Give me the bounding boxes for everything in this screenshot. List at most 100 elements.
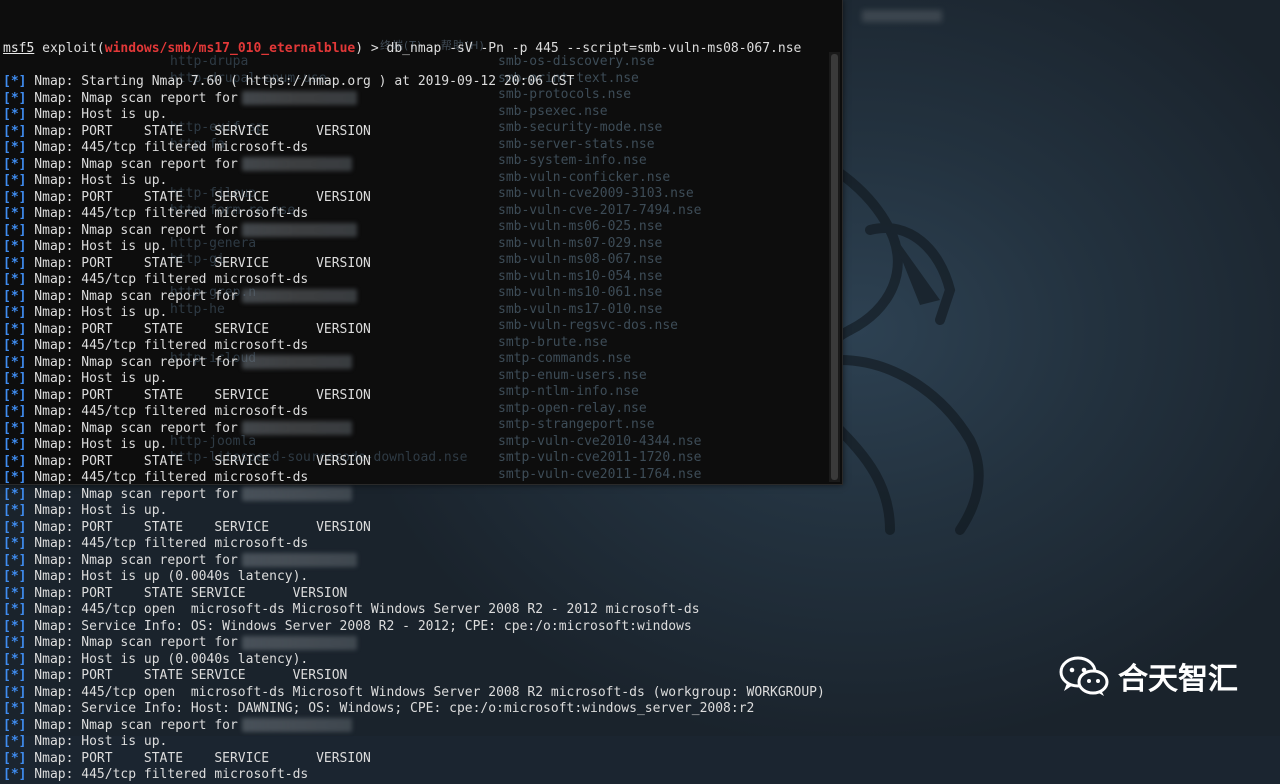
line-text: Nmap: PORT STATE SERVICE VERSION <box>26 585 348 601</box>
status-bracket-open: [ <box>3 437 11 452</box>
status-star: * <box>10 437 19 452</box>
line-text: Nmap: PORT STATE SERVICE VERSION <box>26 123 371 139</box>
status-star: * <box>10 767 19 782</box>
terminal-line: [*] Nmap: PORT STATE SERVICE VERSION <box>3 668 825 685</box>
terminal-line: [*] Nmap: Host is up. <box>3 239 825 256</box>
terminal-line: [*] Nmap: PORT STATE SERVICE VERSION <box>3 388 825 405</box>
line-text: Nmap: PORT STATE SERVICE VERSION <box>26 387 371 403</box>
status-star: * <box>10 156 19 172</box>
terminal-line: [*] Nmap: 445/tcp open microsoft-ds Micr… <box>3 602 825 619</box>
status-bracket-open: [ <box>3 552 11 568</box>
status-bracket-open: [ <box>3 668 11 683</box>
line-text: Nmap: Nmap scan report for <box>26 156 238 172</box>
status-star: * <box>10 486 19 502</box>
status-bracket-open: [ <box>3 255 11 271</box>
terminal-line: [*] Nmap: Host is up. <box>3 173 825 190</box>
status-bracket-open: [ <box>3 404 11 419</box>
line-text: Nmap: Nmap scan report for <box>26 222 238 238</box>
terminal-line: [*] Nmap: Host is up. <box>3 503 825 520</box>
status-star: * <box>10 354 19 370</box>
terminal-line: [*] Nmap: 445/tcp filtered microsoft-ds <box>3 272 825 289</box>
status-bracket-open: [ <box>3 222 11 238</box>
redacted-ip <box>241 553 357 567</box>
status-bracket-open: [ <box>3 585 11 601</box>
line-text: Nmap: 445/tcp filtered microsoft-ds <box>26 470 309 485</box>
status-bracket-open: [ <box>3 734 11 749</box>
scrollbar-thumb[interactable] <box>831 54 838 480</box>
line-text: Nmap: PORT STATE SERVICE VERSION <box>26 453 371 469</box>
terminal-line: [*] Nmap: PORT STATE SERVICE VERSION <box>3 586 825 603</box>
status-star: * <box>10 519 19 535</box>
status-star: * <box>10 387 19 403</box>
line-text: Nmap: 445/tcp open microsoft-ds Microsof… <box>26 684 825 700</box>
redacted-ip <box>241 157 352 171</box>
status-star: * <box>10 222 19 238</box>
line-text: Nmap: PORT STATE SERVICE VERSION <box>26 519 371 535</box>
status-star: * <box>10 684 19 700</box>
redacted-ip <box>241 289 357 303</box>
line-text: Nmap: Host is up. <box>26 371 168 386</box>
status-star: * <box>10 404 19 419</box>
status-bracket-open: [ <box>3 569 11 584</box>
line-text: Nmap: 445/tcp filtered microsoft-ds <box>26 338 309 353</box>
line-text: Nmap: Host is up. <box>26 734 168 749</box>
status-bracket-open: [ <box>3 321 11 337</box>
status-bracket-close: ] <box>18 750 27 766</box>
status-star: * <box>10 536 19 551</box>
terminal-line: [*] Nmap: Nmap scan report for <box>3 223 825 240</box>
line-text: Nmap: PORT STATE SERVICE VERSION <box>26 321 371 337</box>
terminal-line: [*] Nmap: Nmap scan report for <box>3 718 825 735</box>
terminal-output[interactable]: msf5 exploit(windows/smb/ms17_010_eterna… <box>0 8 825 784</box>
status-bracket-open: [ <box>3 354 11 370</box>
line-text: Nmap: Host is up (0.0040s latency). <box>26 569 309 584</box>
status-star: * <box>10 701 19 716</box>
status-bracket-open: [ <box>3 453 11 469</box>
status-star: * <box>10 585 19 601</box>
redacted-ip <box>241 487 352 501</box>
terminal-line: [*] Nmap: PORT STATE SERVICE VERSION <box>3 520 825 537</box>
terminal-line: [*] Nmap: Nmap scan report for <box>3 421 825 438</box>
status-bracket-open: [ <box>3 602 11 617</box>
terminal-prompt-line: msf5 exploit(windows/smb/ms17_010_eterna… <box>3 41 825 58</box>
status-star: * <box>10 239 19 254</box>
background-scrollbar[interactable] <box>829 52 840 482</box>
terminal-line: [*] Nmap: 445/tcp filtered microsoft-ds <box>3 206 825 223</box>
line-text: Nmap: Host is up. <box>26 503 168 518</box>
status-star: * <box>10 189 19 205</box>
terminal-line: [*] Nmap: Nmap scan report for <box>3 289 825 306</box>
status-bracket-close: ] <box>18 734 27 749</box>
module-prefix: exploit( <box>34 41 105 56</box>
status-bracket-open: [ <box>3 338 11 353</box>
terminal-line: [*] Nmap: Host is up. <box>3 371 825 388</box>
status-star: * <box>10 123 19 139</box>
terminal-line: [*] Nmap: 445/tcp filtered microsoft-ds <box>3 404 825 421</box>
line-text: Nmap: Service Info: OS: Windows Server 2… <box>26 618 692 634</box>
status-star: * <box>10 107 19 122</box>
status-bracket-open: [ <box>3 305 11 320</box>
command-text: db_nmap -sV -Pn -p 445 --script=smb-vuln… <box>386 41 802 56</box>
status-star: * <box>10 453 19 469</box>
status-bracket-open: [ <box>3 519 11 535</box>
terminal-line: [*] Nmap: Host is up (0.0040s latency). <box>3 569 825 586</box>
line-text: Nmap: Host is up. <box>26 107 168 122</box>
terminal-line: [*] Nmap: PORT STATE SERVICE VERSION <box>3 124 825 141</box>
line-text: Nmap: 445/tcp filtered microsoft-ds <box>26 206 309 221</box>
status-bracket-open: [ <box>3 140 11 155</box>
status-star: * <box>10 635 19 650</box>
status-star: * <box>10 321 19 337</box>
redacted-ip <box>241 223 357 237</box>
status-bracket-open: [ <box>3 486 11 502</box>
watermark: 合天智汇 <box>1058 654 1238 698</box>
status-star: * <box>10 569 19 584</box>
status-star: * <box>10 668 19 683</box>
terminal-line: [*] Nmap: 445/tcp filtered microsoft-ds <box>3 767 825 784</box>
terminal-line: [*] Nmap: PORT STATE SERVICE VERSION <box>3 751 825 768</box>
status-star: * <box>10 618 19 634</box>
redacted-ip <box>241 718 352 732</box>
status-bracket-open: [ <box>3 206 11 221</box>
terminal-line: [*] Nmap: 445/tcp filtered microsoft-ds <box>3 140 825 157</box>
line-text: Nmap: Nmap scan report for <box>26 354 238 370</box>
status-bracket-open: [ <box>3 470 11 485</box>
status-bracket-open: [ <box>3 536 11 551</box>
redacted-target <box>862 10 942 22</box>
